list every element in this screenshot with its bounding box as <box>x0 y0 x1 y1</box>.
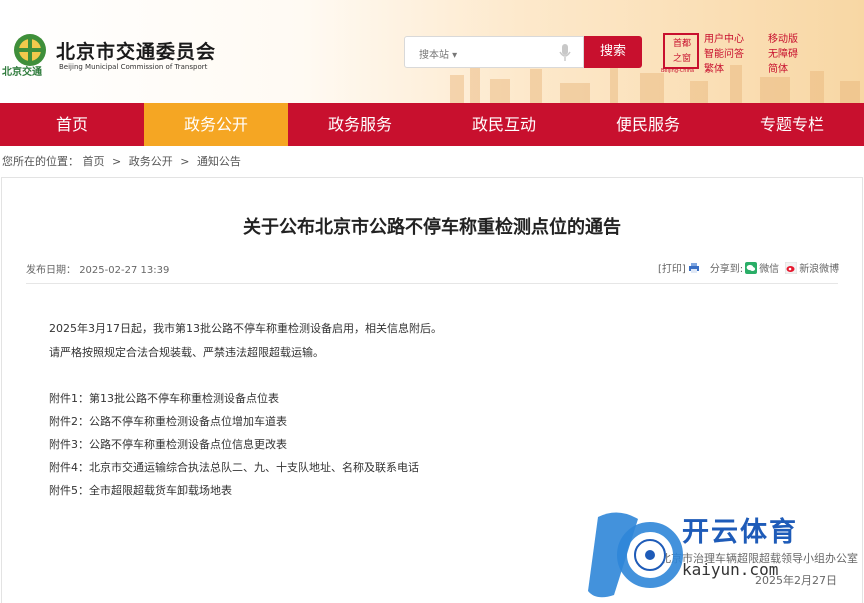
publish-date: 发布日期： 2025-02-27 13:39 <box>26 261 169 276</box>
logo-caption: 北京交通 <box>2 67 42 78</box>
org-name-cn[interactable]: 北京市交通委员会 <box>56 37 216 64</box>
search-scope-dropdown[interactable]: 搜本站 ▾ <box>419 46 457 61</box>
attachment-link-2[interactable]: 附件2：公路不停车称重检测设备点位增加车道表 <box>49 413 287 429</box>
publish-date-label: 发布日期： <box>26 265 76 276</box>
link-mobile[interactable]: 移动版 <box>768 30 798 45</box>
nav-home[interactable]: 首页 <box>0 103 144 146</box>
wechat-icon[interactable] <box>745 261 758 274</box>
article-title: 关于公布北京市公路不停车称重检测点位的通告 <box>243 217 621 238</box>
link-user-center[interactable]: 用户中心 <box>704 30 744 45</box>
search-button[interactable]: 搜索 <box>584 36 642 68</box>
nav-gov-services[interactable]: 政务服务 <box>288 103 432 146</box>
print-link[interactable]: [打印] <box>658 260 686 275</box>
nav-interaction[interactable]: 政民互动 <box>432 103 576 146</box>
link-smart-qa[interactable]: 智能问答 <box>704 45 744 60</box>
nav-gov-affairs[interactable]: 政务公开 <box>144 103 288 146</box>
attachment-link-3[interactable]: 附件3：公路不停车称重检测设备点位信息更改表 <box>49 436 287 452</box>
seal-line-1: 首都 <box>672 39 691 49</box>
article-tools: [打印] 分享到: 微信 新浪微博 <box>658 260 839 275</box>
search-input[interactable]: 搜本站 ▾ <box>404 36 584 68</box>
attachment-link-1[interactable]: 附件1：第13批公路不停车称重检测设备点位表 <box>49 390 279 406</box>
watermark-brand: 开云体育 <box>682 517 798 548</box>
watermark-url: kaiyun.com <box>682 560 779 579</box>
link-traditional[interactable]: 繁体 <box>704 60 724 75</box>
capital-window-seal-icon[interactable]: 首都 之窗 <box>663 33 699 69</box>
org-name-en: Beijing Municipal Commission of Transpor… <box>59 63 208 71</box>
share-label: 分享到: <box>709 264 744 275</box>
weibo-icon[interactable] <box>785 261 798 274</box>
breadcrumb-home[interactable]: 首页 <box>83 155 105 168</box>
share-wechat[interactable]: 微信 <box>759 260 779 275</box>
main-nav: 首页 政务公开 政务服务 政民互动 便民服务 专题专栏 <box>0 103 864 146</box>
seal-caption: Beijing-China <box>661 68 695 74</box>
breadcrumb-gov-affairs[interactable]: 政务公开 <box>129 155 173 168</box>
nav-public-services[interactable]: 便民服务 <box>576 103 720 146</box>
breadcrumb: 您所在的位置： 首页 > 政务公开 > 通知公告 <box>2 153 241 169</box>
link-simplified[interactable]: 简体 <box>768 60 788 75</box>
attachment-link-5[interactable]: 附件5：全市超限超载货车卸载场地表 <box>49 482 232 498</box>
article-paragraph-2: 请严格按照规定合法合规装载、严禁违法超限超载运输。 <box>49 346 324 359</box>
seal-line-2: 之窗 <box>672 54 691 64</box>
nav-special-topics[interactable]: 专题专栏 <box>720 103 864 146</box>
breadcrumb-separator: > <box>112 155 122 168</box>
link-accessibility[interactable]: 无障碍 <box>768 45 798 60</box>
publish-date-value: 2025-02-27 13:39 <box>79 265 170 276</box>
printer-icon[interactable] <box>688 262 700 274</box>
title-divider <box>26 283 838 284</box>
attachment-link-4[interactable]: 附件4：北京市交通运输综合执法总队二、九、十支队地址、名称及联系电话 <box>49 459 419 475</box>
microphone-icon[interactable] <box>559 43 571 63</box>
breadcrumb-prefix: 您所在的位置： <box>2 155 79 168</box>
breadcrumb-notices[interactable]: 通知公告 <box>197 155 241 168</box>
share-weibo[interactable]: 新浪微博 <box>799 260 839 275</box>
site-header: 北京交通 北京市交通委员会 Beijing Municipal Commissi… <box>0 0 864 103</box>
article-paragraph-1: 2025年3月17日起，我市第13批公路不停车称重检测设备启用，相关信息附后。 <box>49 322 442 335</box>
breadcrumb-separator: > <box>180 155 190 168</box>
